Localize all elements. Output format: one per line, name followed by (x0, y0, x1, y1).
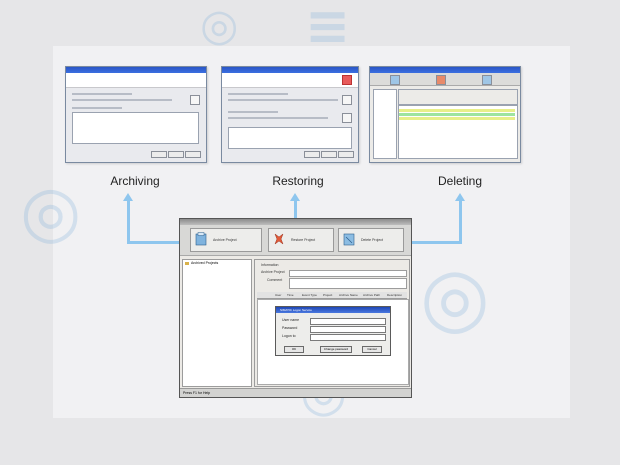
archive-project-field-label: Archive Project (261, 270, 285, 274)
folder-icon (185, 262, 189, 265)
grid-row-highlight (399, 109, 515, 112)
deleting-caption: Deleting (437, 174, 483, 188)
text-line (72, 107, 122, 109)
text-line (72, 93, 132, 95)
file-list (72, 112, 199, 144)
delete-project-button[interactable]: Delete Project (338, 228, 404, 252)
project-tree (373, 89, 397, 159)
log-box (228, 127, 352, 149)
cancel-button[interactable]: Cancel (362, 346, 382, 353)
column-header[interactable]: Project (323, 293, 332, 297)
delete-icon (343, 233, 355, 246)
text-line (228, 117, 328, 119)
restore-wizard-icon (342, 75, 352, 85)
restore-project-button[interactable]: Restore Project (268, 228, 334, 252)
archive-icon (390, 75, 400, 85)
ok-button[interactable]: OK (284, 346, 304, 353)
restoring-window-thumbnail[interactable] (221, 66, 359, 163)
browse-icon (342, 95, 352, 105)
browse-icon (190, 95, 200, 105)
column-header[interactable]: Time (287, 293, 294, 297)
grid-row-highlight (399, 113, 515, 116)
logon-to-select[interactable] (310, 334, 386, 341)
wizard-header (222, 73, 358, 88)
toolbar: Archive Project Restore Project Delete P… (180, 225, 411, 256)
comment-label: Comment (267, 278, 283, 282)
deleting-arrow-vertical (459, 200, 462, 244)
grid-row-highlight (399, 117, 515, 120)
tree-root-label[interactable]: Archived Projects (191, 261, 218, 265)
grid-header: User Time Event Type Project Archive Nam… (257, 292, 407, 299)
restore-project-label: Restore Project (291, 238, 316, 242)
delete-project-label: Delete Project (361, 238, 383, 242)
browse-icon (342, 113, 352, 123)
column-header[interactable]: Event Type (302, 293, 317, 297)
text-line (228, 99, 338, 101)
archive-project-label: Archive Project (213, 238, 237, 242)
watermark: ≡ (305, 0, 351, 57)
delete-icon (482, 75, 492, 85)
column-header[interactable]: User (275, 293, 281, 297)
archiving-arrow-vertical (127, 200, 130, 244)
next-button (321, 151, 337, 158)
comment-field[interactable] (289, 278, 407, 289)
status-text: Press F1 for Help (183, 391, 211, 395)
restore-icon (436, 75, 446, 85)
column-header[interactable]: Archive Path (363, 293, 380, 297)
user-name-label: User name (282, 318, 300, 322)
column-header[interactable]: Description (387, 293, 402, 297)
watermark: ◎ (20, 170, 82, 252)
next-button (168, 151, 184, 158)
information-label: Information (261, 263, 279, 267)
archive-manager-window: Archive Project Restore Project Delete P… (179, 218, 412, 398)
wizard-header (66, 73, 206, 88)
archiving-caption: Archiving (110, 174, 160, 188)
status-bar: Press F1 for Help (180, 388, 411, 397)
watermark: ◎ (420, 250, 490, 343)
logon-to-label: Logon to (282, 334, 296, 338)
cancel-button (185, 151, 201, 158)
detail-panel: Information Archive Project Comment User… (254, 259, 410, 387)
restoring-caption: Restoring (272, 174, 324, 188)
archive-project-field[interactable] (289, 270, 407, 277)
change-password-button[interactable]: Change password (320, 346, 352, 353)
archiving-window-thumbnail[interactable] (65, 66, 207, 163)
back-button (304, 151, 320, 158)
dialog-title: SIMATIC Logon Service (276, 307, 390, 313)
watermark: ◎ (200, 0, 239, 51)
restore-icon (274, 233, 284, 245)
text-line (228, 93, 288, 95)
user-name-field[interactable] (310, 318, 386, 325)
text-line (228, 111, 278, 113)
cancel-button (338, 151, 354, 158)
archiving-arrowhead (123, 193, 133, 201)
archive-project-button[interactable]: Archive Project (190, 228, 262, 252)
password-label: Password (282, 326, 298, 330)
logon-dialog: SIMATIC Logon Service User name Password… (275, 306, 391, 356)
text-line (72, 99, 172, 101)
info-panel (398, 89, 518, 105)
project-tree[interactable]: Archived Projects (182, 259, 252, 387)
restoring-arrowhead (290, 193, 300, 201)
column-header[interactable]: Archive Name (339, 293, 358, 297)
password-field[interactable] (310, 326, 386, 333)
archive-icon (195, 232, 207, 246)
deleting-window-thumbnail[interactable] (369, 66, 521, 163)
deleting-arrowhead (455, 193, 465, 201)
back-button (151, 151, 167, 158)
